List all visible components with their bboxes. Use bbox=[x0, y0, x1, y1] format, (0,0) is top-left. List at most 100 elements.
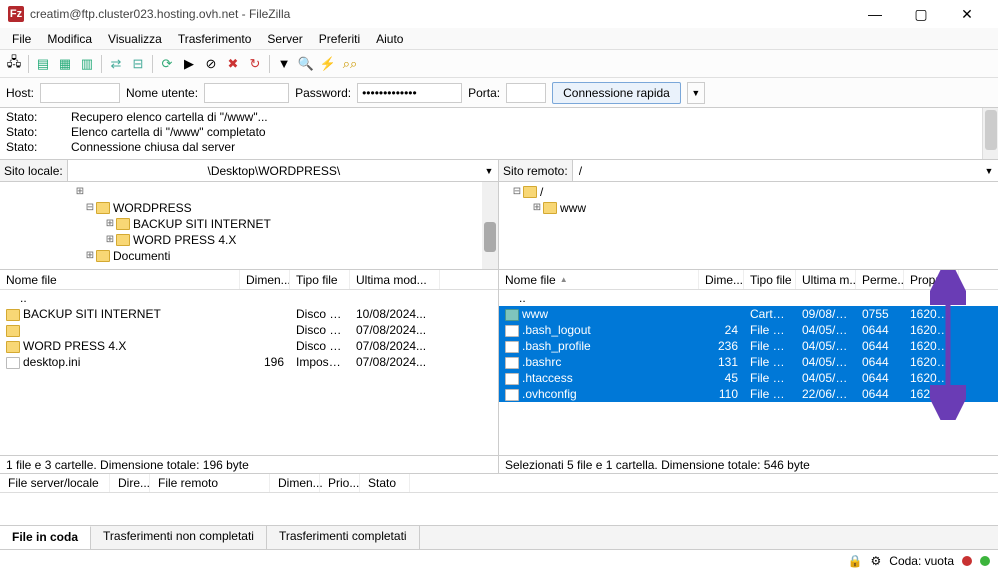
tree-node[interactable]: ⊞Documenti bbox=[4, 248, 494, 264]
file-icon bbox=[6, 357, 20, 369]
log-row: Stato:Elenco cartella di "/www" completa… bbox=[6, 125, 992, 140]
tree-expander-icon[interactable]: ⊟ bbox=[84, 200, 96, 216]
queue-col[interactable]: Prio... bbox=[320, 474, 360, 492]
sitemanager-icon[interactable]: 🖧 bbox=[4, 54, 24, 74]
quickconnect-dropdown[interactable]: ▼ bbox=[687, 82, 705, 104]
file-row[interactable]: BACKUP SITI INTERNETDisco locale10/08/20… bbox=[0, 306, 498, 322]
local-tree-scrollbar[interactable] bbox=[482, 182, 498, 269]
quickconnect-bar: Host: Nome utente: Password: Porta: Conn… bbox=[0, 78, 998, 108]
remote-list-header[interactable]: Nome file▲ Dime... Tipo file Ultima m...… bbox=[499, 270, 998, 290]
password-input[interactable] bbox=[357, 83, 462, 103]
queue-tab[interactable]: Trasferimenti non completati bbox=[91, 526, 267, 549]
file-row[interactable]: .ovhconfig110File OV...22/06/20...064416… bbox=[499, 386, 998, 402]
folder-icon bbox=[96, 250, 110, 262]
file-row[interactable]: desktop.ini196Impostazio...07/08/2024... bbox=[0, 354, 498, 370]
queue-header[interactable]: File server/localeDire...File remotoDime… bbox=[0, 473, 998, 493]
tree-expander-icon[interactable]: ⊞ bbox=[531, 200, 543, 216]
file-row[interactable]: WORD PRESS 4.XDisco locale07/08/2024... bbox=[0, 338, 498, 354]
menu-preferiti[interactable]: Preferiti bbox=[311, 30, 368, 48]
queue-col[interactable]: Stato bbox=[360, 474, 410, 492]
sort-arrow-icon: ▲ bbox=[560, 275, 568, 284]
disconnect-icon[interactable]: ✖ bbox=[223, 54, 243, 74]
menu-trasferimento[interactable]: Trasferimento bbox=[170, 30, 260, 48]
toggle-queue-icon[interactable]: ▥ bbox=[77, 54, 97, 74]
tree-node[interactable]: ⊞BACKUP SITI INTERNET bbox=[4, 216, 494, 232]
file-row[interactable]: .. bbox=[0, 290, 498, 306]
local-path-input[interactable] bbox=[68, 160, 480, 181]
queue-col[interactable]: Dire... bbox=[110, 474, 150, 492]
menu-server[interactable]: Server bbox=[259, 30, 310, 48]
menu-aiuto[interactable]: Aiuto bbox=[368, 30, 411, 48]
maximize-button[interactable]: ▢ bbox=[898, 0, 944, 28]
queue-col[interactable]: File server/locale bbox=[0, 474, 110, 492]
app-icon: Fz bbox=[8, 6, 24, 22]
titlebar: Fz creatim@ftp.cluster023.hosting.ovh.ne… bbox=[0, 0, 998, 28]
log-scrollbar[interactable] bbox=[982, 108, 998, 159]
file-row[interactable]: wwwCartell...09/08/20...0755162011... bbox=[499, 306, 998, 322]
file-icon bbox=[505, 389, 519, 401]
minimize-button[interactable]: — bbox=[852, 0, 898, 28]
queue-col[interactable]: Dimen... bbox=[270, 474, 320, 492]
folder-icon bbox=[505, 309, 519, 321]
remote-path-label: Sito remoto: bbox=[499, 160, 573, 181]
tree-node[interactable]: ⊞www bbox=[503, 200, 994, 216]
search-icon[interactable]: 🔍 bbox=[296, 54, 316, 74]
folder-icon bbox=[543, 202, 557, 214]
reconnect-icon[interactable]: ↻ bbox=[245, 54, 265, 74]
menu-file[interactable]: File bbox=[4, 30, 39, 48]
file-row[interactable]: .htaccess45File HT...04/05/20...06441620… bbox=[499, 370, 998, 386]
queue-col[interactable]: File remoto bbox=[150, 474, 270, 492]
file-row[interactable]: Disco locale07/08/2024... bbox=[0, 322, 498, 338]
remote-status: Selezionati 5 file e 1 cartella. Dimensi… bbox=[499, 455, 998, 473]
file-row[interactable]: .. bbox=[499, 290, 998, 306]
local-file-list[interactable]: ..BACKUP SITI INTERNETDisco locale10/08/… bbox=[0, 290, 498, 455]
speed-icon[interactable]: ⚡ bbox=[318, 54, 338, 74]
compare-icon[interactable]: ⊟ bbox=[128, 54, 148, 74]
gear-icon[interactable]: ⚙ bbox=[871, 554, 882, 568]
menu-visualizza[interactable]: Visualizza bbox=[100, 30, 170, 48]
tree-node[interactable]: ⊟/ bbox=[503, 184, 994, 200]
host-input[interactable] bbox=[40, 83, 120, 103]
process-queue-icon[interactable]: ▶ bbox=[179, 54, 199, 74]
local-list-header[interactable]: Nome file Dimen... Tipo file Ultima mod.… bbox=[0, 270, 498, 290]
filter-icon[interactable]: ▼ bbox=[274, 54, 294, 74]
tree-node[interactable]: ⊞WORD PRESS 4.X bbox=[4, 232, 494, 248]
toggle-tree-icon[interactable]: ▦ bbox=[55, 54, 75, 74]
file-row[interactable]: .bash_profile236File BA...04/05/20...064… bbox=[499, 338, 998, 354]
local-path-label: Sito locale: bbox=[0, 160, 68, 181]
remote-tree[interactable]: ⊟/⊞www bbox=[499, 182, 998, 270]
remote-file-list[interactable]: ..wwwCartell...09/08/20...0755162011....… bbox=[499, 290, 998, 455]
file-row[interactable]: .bash_logout24File BA...04/05/20...06441… bbox=[499, 322, 998, 338]
tree-expander-icon[interactable]: ⊞ bbox=[84, 248, 96, 264]
refresh-icon[interactable]: ⟳ bbox=[157, 54, 177, 74]
close-button[interactable]: ✕ bbox=[944, 0, 990, 28]
port-input[interactable] bbox=[506, 83, 546, 103]
folder-icon bbox=[96, 202, 110, 214]
folder-icon bbox=[6, 325, 20, 337]
username-input[interactable] bbox=[204, 83, 289, 103]
menu-modifica[interactable]: Modifica bbox=[39, 30, 100, 48]
cancel-icon[interactable]: ⊘ bbox=[201, 54, 221, 74]
bottom-statusbar: 🔒 ⚙ Coda: vuota bbox=[0, 549, 998, 571]
sync-icon[interactable]: ⇄ bbox=[106, 54, 126, 74]
local-path-dropdown[interactable]: ▼ bbox=[480, 166, 498, 176]
tree-expander-icon[interactable]: ⊟ bbox=[511, 184, 523, 200]
file-row[interactable]: .bashrc131File BA...04/05/20...064416201… bbox=[499, 354, 998, 370]
tree-expander-icon[interactable]: ⊞ bbox=[104, 216, 116, 232]
log-row: Stato:Recupero elenco cartella di "/www"… bbox=[6, 110, 992, 125]
queue-tab[interactable]: Trasferimenti completati bbox=[267, 526, 420, 549]
log-pane: Stato:Recupero elenco cartella di "/www"… bbox=[0, 108, 998, 160]
binoculars-icon[interactable]: ⌕⌕ bbox=[340, 54, 360, 74]
tree-node[interactable]: ⊟WORDPRESS bbox=[4, 200, 494, 216]
file-icon bbox=[505, 373, 519, 385]
remote-path-dropdown[interactable]: ▼ bbox=[980, 166, 998, 176]
remote-path-input[interactable] bbox=[573, 160, 980, 181]
queue-tab[interactable]: File in coda bbox=[0, 526, 91, 549]
password-label: Password: bbox=[295, 86, 351, 100]
toggle-log-icon[interactable]: ▤ bbox=[33, 54, 53, 74]
tree-expander-icon[interactable]: ⊞ bbox=[104, 232, 116, 248]
quickconnect-button[interactable]: Connessione rapida bbox=[552, 82, 681, 104]
local-tree[interactable]: ⊞ ⊟WORDPRESS⊞BACKUP SITI INTERNET⊞WORD P… bbox=[0, 182, 498, 270]
folder-icon bbox=[523, 186, 537, 198]
lock-icon: 🔒 bbox=[848, 554, 863, 568]
